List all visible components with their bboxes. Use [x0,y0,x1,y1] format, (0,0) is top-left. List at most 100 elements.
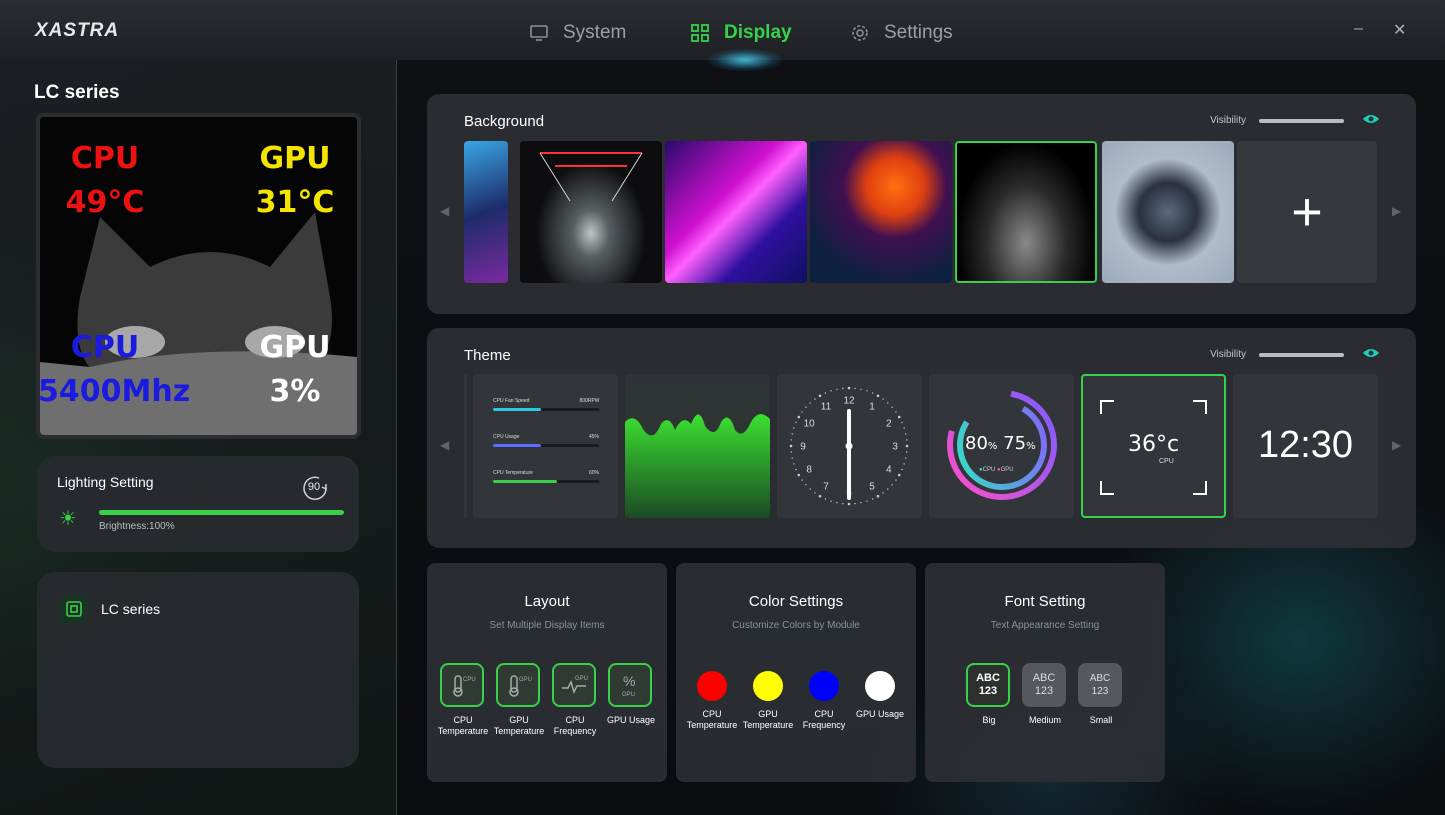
background-prev-arrow[interactable]: ◀ [440,204,449,218]
layout-item-cpu-temperature[interactable]: CPU CPU Temperature [438,663,488,737]
theme-card-bars[interactable]: CPU Fan Speed 800RPM CPU Usage 45% CPU Tempe… [473,374,618,518]
theme-next-arrow[interactable]: ▶ [1392,438,1401,452]
background-visibility-slider[interactable] [1259,119,1344,123]
ring-legend: ●CPU ●GPU [979,467,1014,473]
theme-bar-fill [493,408,541,411]
eye-icon[interactable] [1362,112,1380,126]
brightness-icon: ☀ [59,508,77,530]
device-item-lc-series[interactable]: LC series [101,601,160,617]
clock-tick [797,473,801,477]
theme-bar-fill [493,480,557,483]
background-visibility-label: Visibility [1210,115,1246,126]
background-thumb-neon[interactable] [665,141,807,283]
theme-bar-track [493,444,599,447]
tab-system[interactable]: System [529,18,626,48]
theme-bar-label: CPU Usage [493,434,520,440]
font-small-button[interactable]: ABC 123 [1078,663,1122,707]
rotate-button[interactable]: 90 [299,472,331,504]
font-sample-line2: 123 [978,685,998,697]
layout-item-gpu-temperature[interactable]: GPU GPU Temperature [494,663,544,737]
color-swatch-yellow[interactable] [753,671,783,701]
clock-tick [854,502,856,505]
color-item-gpu-usage[interactable]: GPU Usage [856,663,904,720]
color-item-gpu-temperature[interactable]: GPU Temperature [743,663,793,731]
color-item-cpu-temperature[interactable]: CPU Temperature [687,663,737,731]
background-thumb-crystal[interactable] [1102,141,1234,283]
theme-card-partial[interactable] [464,374,467,518]
tab-settings[interactable]: Settings [850,18,953,48]
cpu-thermometer-icon[interactable]: CPU [440,663,484,707]
font-option-small[interactable]: ABC 123 Small [1078,663,1124,726]
eye-icon[interactable] [1362,346,1380,360]
gpu-usage-icon[interactable]: % GPU [608,663,652,707]
clock-tick [809,402,811,404]
theme-bar-value: 45% [588,434,599,440]
clock-tick [809,488,811,490]
font-option-big[interactable]: ABC 123 Big [966,663,1012,726]
cpu-temp-value: 49°C [65,185,145,220]
close-button[interactable]: ✕ [1393,20,1406,40]
theme-prev-arrow[interactable]: ◀ [440,438,449,452]
font-setting-subtitle: Text Appearance Setting [990,620,1100,631]
theme-card-ring[interactable]: 80% 75% ●CPU ●GPU [929,374,1074,518]
clock-tick [793,463,795,465]
layout-item-gpu-usage[interactable]: % GPU GPU Usage [607,663,655,726]
clock-tick [805,406,807,408]
color-swatch-white[interactable] [865,671,895,701]
gpu-thermometer-icon[interactable]: GPU [496,663,540,707]
clock-tick [793,427,795,429]
theme-card-wave[interactable] [625,374,770,518]
font-option-medium[interactable]: ABC 123 Medium [1022,663,1068,726]
clock-tick [814,492,816,494]
brightness-label: Brightness:100% [99,521,175,532]
layout-item-label: CPU Frequency [553,715,597,736]
color-settings-card: Color Settings Customize Colors by Modul… [676,563,916,782]
theme-visibility-slider[interactable] [1259,353,1344,357]
tab-settings-label: Settings [884,22,953,43]
font-big-button[interactable]: ABC 123 [966,663,1010,707]
tab-display[interactable]: Display [690,18,792,48]
clock-number: 4 [886,465,892,476]
theme-card-analog-clock[interactable]: 121234567891011 [777,374,922,518]
background-next-arrow[interactable]: ▶ [1392,204,1401,218]
clock-tick [847,386,851,390]
clock-tick [887,488,889,490]
cpu-temp-label: CPU [70,141,140,176]
theme-bar-track [493,480,599,483]
background-thumb-car[interactable] [520,141,662,283]
theme-card-digital-clock[interactable]: 12:30 [1233,374,1378,518]
tab-system-label: System [563,22,627,43]
ring-legend-cpu: CPU [982,467,996,473]
background-thumb-anime[interactable] [464,141,508,283]
lighting-setting-card: Lighting Setting 90 ☀ Brightness:100% [37,456,359,552]
clock-tick [842,387,844,390]
background-thumb-city[interactable] [810,141,952,283]
color-swatch-blue[interactable] [809,671,839,701]
brightness-slider[interactable] [99,510,344,515]
clock-tick [830,500,832,502]
clock-tick [876,394,880,398]
clock-tick [882,492,884,494]
background-thumb-cat[interactable] [955,141,1097,283]
clock-tick [860,388,862,390]
layout-item-cpu-frequency[interactable]: GPU CPU Frequency [552,663,598,737]
svg-text:GPU: GPU [575,676,588,682]
cpu-frequency-icon[interactable]: GPU [552,663,596,707]
clock-tick [805,484,807,486]
color-swatch-red[interactable] [697,671,727,701]
digital-clock-text: 12:30 [1257,424,1354,466]
clock-tick [791,433,793,435]
color-item-cpu-frequency[interactable]: CPU Frequency [801,663,847,731]
add-background-button[interactable]: + [1237,141,1377,283]
theme-visibility-label: Visibility [1210,349,1246,360]
minimize-button[interactable]: – [1354,20,1363,38]
theme-bar-label: CPU Temperature [493,470,533,476]
theme-card-temperature[interactable]: 36°c CPU [1081,374,1226,518]
clock-tick [895,411,897,413]
clock-tick [795,468,797,471]
theme-bar-track [493,408,599,411]
font-sample-line2: 123 [1034,685,1054,697]
font-setting-title: Font Setting [1004,593,1086,610]
clock-tick [905,439,908,441]
font-medium-button[interactable]: ABC 123 [1022,663,1066,707]
